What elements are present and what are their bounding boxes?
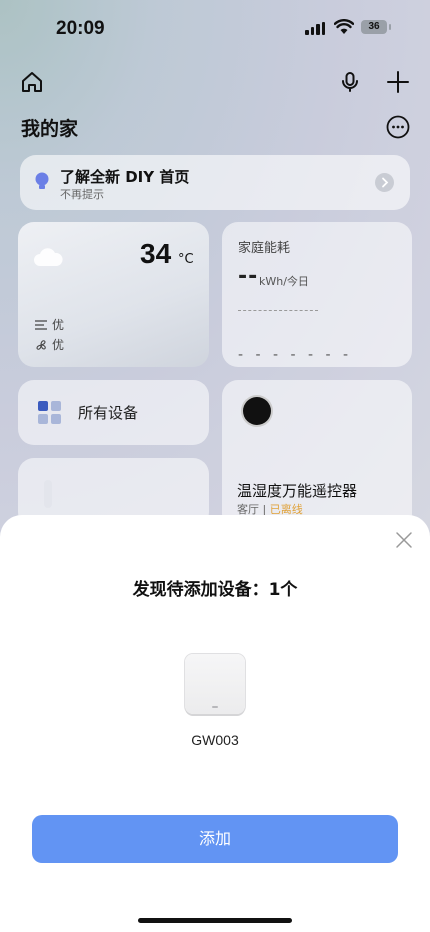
microphone-icon[interactable] (336, 68, 364, 96)
lightbulb-icon (35, 172, 49, 189)
add-icon[interactable] (384, 68, 412, 96)
home-icon[interactable] (18, 68, 46, 96)
chevron-right-icon[interactable] (375, 173, 394, 192)
home-indicator[interactable] (138, 918, 292, 923)
signal-icon (305, 22, 325, 35)
sheet-title: 发现待添加设备：1个 (132, 580, 298, 600)
energy-unit: kWh/今日 (259, 275, 309, 288)
air-quality-row: 优 (34, 316, 64, 333)
remote-device-name: 温湿度万能遥控器 (237, 482, 358, 500)
more-options-icon[interactable] (385, 114, 411, 140)
app-screen: 20:09 36 我的家 了解全新 DIY 首页 不再提示 34 °C 优 优 … (0, 0, 430, 932)
discovered-device-name: GW003 (191, 732, 239, 748)
diy-tip-card[interactable]: 了解全新 DIY 首页 不再提示 (20, 155, 410, 210)
energy-value: -- (238, 264, 259, 289)
air-quality-icon (35, 319, 47, 330)
all-devices-label: 所有设备 (78, 404, 139, 422)
energy-chart-line (238, 310, 318, 311)
remote-device-icon (243, 397, 271, 425)
add-button[interactable]: 添加 (32, 815, 398, 863)
temperature-unit: °C (178, 252, 194, 267)
energy-placeholder: - - - - - - - (238, 347, 353, 363)
battery-indicator: 36 (361, 20, 391, 34)
fan-icon (36, 339, 46, 350)
wind-row: 优 (34, 336, 64, 353)
close-icon[interactable] (394, 530, 414, 550)
page-title: 我的家 (21, 118, 79, 140)
wifi-icon (334, 19, 354, 34)
air-quality-value: 优 (52, 318, 65, 332)
wind-value: 优 (52, 338, 65, 352)
energy-card[interactable]: 家庭能耗 -- kWh/今日 - - - - - - - (222, 222, 412, 367)
tip-dismiss[interactable]: 不再提示 (60, 186, 104, 202)
temperature-value: 34 (140, 238, 172, 269)
status-time: 20:09 (56, 18, 105, 39)
tip-title: 了解全新 DIY 首页 (60, 168, 190, 186)
gateway-device-image[interactable] (185, 654, 245, 714)
all-devices-card[interactable]: 所有设备 (18, 380, 209, 445)
status-bar: 20:09 36 (0, 0, 430, 56)
weather-card[interactable]: 34 °C 优 优 (18, 222, 209, 367)
remote-device-card[interactable]: 温湿度万能遥控器 客厅 | 已离线 (222, 380, 412, 530)
grid-icon (38, 401, 61, 424)
energy-title: 家庭能耗 (238, 241, 291, 256)
sensor-icon (44, 480, 52, 508)
cloud-icon (34, 248, 63, 266)
